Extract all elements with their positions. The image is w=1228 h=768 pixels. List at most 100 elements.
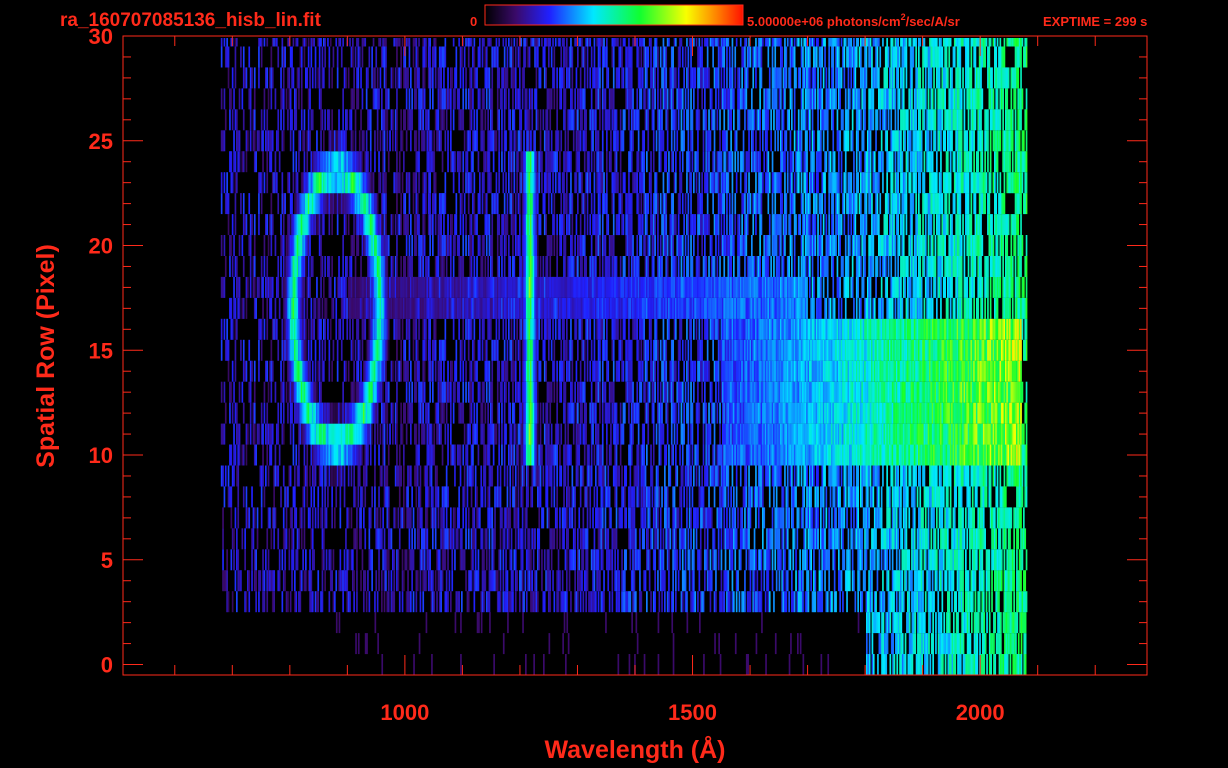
heatmap-cell [481, 486, 484, 508]
heatmap-cell [403, 570, 405, 592]
heatmap-cell [491, 402, 494, 424]
heatmap-cell [924, 591, 927, 613]
heatmap-cell [323, 528, 325, 550]
heatmap-cell [745, 486, 748, 508]
heatmap-cell [329, 549, 332, 571]
heatmap-cell [410, 465, 412, 487]
heatmap-cell [835, 507, 837, 529]
heatmap-cell [1017, 528, 1020, 550]
heatmap-cell [364, 570, 367, 592]
heatmap-cell [502, 633, 505, 655]
heatmap-cell [647, 339, 650, 361]
heatmap-cell [270, 381, 273, 403]
heatmap-cell [1020, 360, 1022, 382]
heatmap-cell [603, 591, 605, 613]
heatmap-cell [271, 360, 274, 382]
heatmap-cell [650, 339, 652, 361]
heatmap-cell [677, 402, 680, 424]
heatmap-cell [374, 444, 376, 466]
heatmap-cell [316, 381, 318, 403]
heatmap-cell [687, 381, 690, 403]
heatmap-cell [844, 465, 847, 487]
heatmap-cell [238, 381, 241, 403]
heatmap-cell [495, 423, 498, 445]
heatmap-cell [230, 381, 233, 403]
heatmap-cell [281, 591, 284, 613]
heatmap-cell [237, 507, 240, 529]
heatmap-cell [844, 486, 847, 508]
heatmap-cell [1017, 633, 1020, 655]
heatmap-cell [324, 570, 326, 592]
heatmap-cell [637, 444, 640, 466]
heatmap-cell [871, 633, 874, 655]
heatmap-cell [648, 570, 651, 592]
heatmap-cell [817, 465, 819, 487]
heatmap-cell [466, 444, 469, 466]
colorbar-min-label: 0 [470, 14, 477, 29]
heatmap-cell [434, 360, 437, 382]
heatmap-cell [309, 507, 311, 529]
heatmap-cell [513, 444, 516, 466]
heatmap-cell [882, 612, 885, 634]
heatmap-cell [571, 360, 574, 382]
heatmap-cell [710, 570, 713, 592]
heatmap-cell [553, 381, 556, 403]
heatmap-cell [298, 465, 300, 487]
heatmap-cell [929, 654, 932, 675]
heatmap-cell [1013, 528, 1015, 550]
heatmap-cell [255, 591, 257, 613]
heatmap-cell [675, 528, 677, 550]
heatmap-cell [658, 591, 661, 613]
heatmap-cell [562, 633, 564, 655]
heatmap-cell [274, 507, 277, 529]
heatmap-cell [672, 570, 674, 592]
heatmap-cell [563, 612, 566, 634]
heatmap-cell [524, 570, 527, 592]
heatmap-cell [418, 528, 420, 550]
heatmap-cell [559, 444, 561, 466]
heatmap-cell [427, 402, 430, 424]
heatmap-cell [582, 591, 585, 613]
heatmap-cell [824, 570, 826, 592]
heatmap-cell [224, 465, 227, 487]
heatmap-cell [463, 339, 466, 361]
heatmap-cell [539, 360, 542, 382]
heatmap-cell [222, 507, 224, 529]
heatmap-cell [867, 486, 869, 508]
heatmap-cell [900, 486, 902, 508]
heatmap-cell [444, 423, 447, 445]
heatmap-cell [441, 444, 444, 466]
heatmap-cell [784, 465, 786, 487]
heatmap-cell [905, 465, 908, 487]
heatmap-cell [501, 423, 503, 445]
heatmap-cell [782, 486, 785, 508]
heatmap-cell [550, 423, 553, 445]
heatmap-cell [570, 591, 572, 613]
heatmap-cell [387, 339, 390, 361]
heatmap-cell [942, 654, 944, 675]
heatmap-cell [557, 423, 560, 445]
heatmap-cell [524, 528, 527, 550]
heatmap-cell [724, 486, 727, 508]
heatmap-cell [648, 507, 651, 529]
heatmap-cell [675, 591, 677, 613]
heatmap-cell [962, 633, 965, 655]
heatmap-cell [675, 444, 677, 466]
heatmap-cell [628, 402, 630, 424]
heatmap-cell [790, 633, 792, 655]
heatmap-cell [338, 612, 341, 634]
heatmap-cell [408, 339, 411, 361]
heatmap-cell [811, 507, 814, 529]
heatmap-cell [738, 591, 741, 613]
heatmap-cell [418, 444, 420, 466]
heatmap-cell [665, 360, 668, 382]
heatmap-cell [294, 465, 296, 487]
heatmap-cell [248, 570, 251, 592]
heatmap-cell [553, 528, 556, 550]
heatmap-cell [245, 591, 248, 613]
heatmap-cell [932, 612, 934, 634]
heatmap-cell [397, 507, 400, 529]
heatmap-cell [514, 339, 517, 361]
heatmap-cell [659, 339, 662, 361]
heatmap-cell [610, 507, 612, 529]
